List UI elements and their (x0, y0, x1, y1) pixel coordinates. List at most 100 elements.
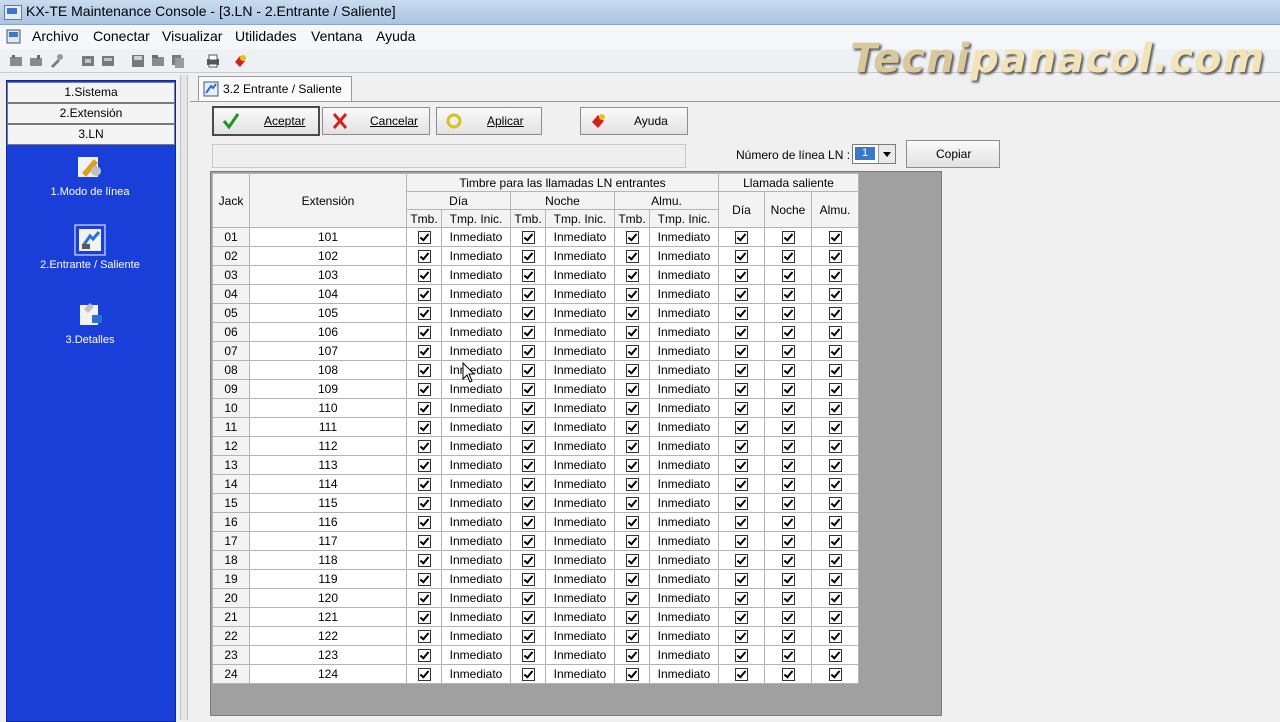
cell-lunch-tmb[interactable] (614, 550, 650, 570)
cell-lunch-tmp-inic[interactable]: Inmediato (649, 322, 719, 342)
cell-lunch-tmb[interactable] (614, 398, 650, 418)
cell-night-tmp-inic[interactable]: Inmediato (545, 588, 615, 608)
cell-day-tmb[interactable] (406, 436, 442, 456)
checkbox[interactable] (625, 592, 639, 606)
cell-outgoing-night[interactable] (764, 341, 812, 361)
cell-lunch-tmp-inic[interactable]: Inmediato (649, 512, 719, 532)
cell-lunch-tmb[interactable] (614, 360, 650, 380)
checkbox[interactable] (625, 478, 639, 492)
cell-day-tmp-inic[interactable]: Inmediato (441, 664, 511, 684)
cell-extension[interactable]: 104 (249, 284, 407, 304)
checkbox[interactable] (828, 440, 842, 454)
cell-lunch-tmb[interactable] (614, 626, 650, 646)
checkbox[interactable] (417, 497, 431, 511)
cell-night-tmp-inic[interactable]: Inmediato (545, 265, 615, 285)
cell-lunch-tmp-inic[interactable]: Inmediato (649, 607, 719, 627)
cell-day-tmb[interactable] (406, 455, 442, 475)
cell-night-tmb[interactable] (510, 246, 546, 266)
checkbox[interactable] (735, 668, 748, 682)
cell-day-tmb[interactable] (406, 664, 442, 684)
checkbox[interactable] (417, 478, 431, 492)
cell-outgoing-lunch[interactable] (811, 436, 859, 456)
checkbox[interactable] (828, 592, 842, 606)
cell-day-tmp-inic[interactable]: Inmediato (441, 550, 511, 570)
cell-night-tmp-inic[interactable]: Inmediato (545, 455, 615, 475)
cell-outgoing-night[interactable] (764, 322, 812, 342)
cell-outgoing-night[interactable] (764, 417, 812, 437)
checkbox[interactable] (521, 269, 535, 283)
cell-day-tmb[interactable] (406, 303, 442, 323)
cell-night-tmp-inic[interactable]: Inmediato (545, 645, 615, 665)
checkbox[interactable] (735, 554, 748, 568)
checkbox[interactable] (521, 554, 535, 568)
cell-day-tmb[interactable] (406, 626, 442, 646)
cell-lunch-tmp-inic[interactable]: Inmediato (649, 417, 719, 437)
cell-night-tmp-inic[interactable]: Inmediato (545, 626, 615, 646)
cell-day-tmp-inic[interactable]: Inmediato (441, 569, 511, 589)
checkbox[interactable] (521, 516, 535, 530)
cell-outgoing-night[interactable] (764, 398, 812, 418)
checkbox[interactable] (735, 478, 748, 492)
cell-lunch-tmb[interactable] (614, 322, 650, 342)
checkbox[interactable] (735, 288, 748, 302)
cell-night-tmp-inic[interactable]: Inmediato (545, 474, 615, 494)
checkbox[interactable] (417, 421, 431, 435)
cell-lunch-tmp-inic[interactable]: Inmediato (649, 246, 719, 266)
cell-extension[interactable]: 107 (249, 341, 407, 361)
cell-night-tmb[interactable] (510, 569, 546, 589)
cell-outgoing-night[interactable] (764, 607, 812, 627)
cell-lunch-tmb[interactable] (614, 512, 650, 532)
line-number-select[interactable]: 1 (852, 144, 896, 164)
checkbox[interactable] (735, 269, 748, 283)
checkbox[interactable] (417, 459, 431, 473)
cell-night-tmb[interactable] (510, 455, 546, 475)
cell-outgoing-lunch[interactable] (811, 265, 859, 285)
cell-night-tmp-inic[interactable]: Inmediato (545, 607, 615, 627)
cell-night-tmb[interactable] (510, 341, 546, 361)
cell-outgoing-day[interactable] (718, 626, 765, 646)
cell-lunch-tmp-inic[interactable]: Inmediato (649, 265, 719, 285)
cell-night-tmb[interactable] (510, 645, 546, 665)
checkbox[interactable] (781, 421, 795, 435)
checkbox[interactable] (521, 497, 535, 511)
checkbox[interactable] (625, 364, 639, 378)
checkbox[interactable] (735, 573, 748, 587)
menu-visualizar[interactable]: Visualizar (162, 28, 222, 44)
cell-day-tmb[interactable] (406, 360, 442, 380)
cell-day-tmp-inic[interactable]: Inmediato (441, 303, 511, 323)
cell-outgoing-lunch[interactable] (811, 303, 859, 323)
cell-outgoing-day[interactable] (718, 265, 765, 285)
cell-extension[interactable]: 124 (249, 664, 407, 684)
cell-day-tmb[interactable] (406, 246, 442, 266)
checkbox[interactable] (625, 345, 639, 359)
checkbox[interactable] (735, 307, 748, 321)
save-icon[interactable] (130, 53, 146, 69)
cell-outgoing-night[interactable] (764, 455, 812, 475)
checkbox[interactable] (735, 649, 748, 663)
cell-lunch-tmp-inic[interactable]: Inmediato (649, 436, 719, 456)
checkbox[interactable] (521, 478, 535, 492)
cell-outgoing-night[interactable] (764, 550, 812, 570)
cell-extension[interactable]: 106 (249, 322, 407, 342)
checkbox[interactable] (735, 421, 748, 435)
open-icon[interactable] (150, 53, 166, 69)
cell-extension[interactable]: 121 (249, 607, 407, 627)
checkbox[interactable] (781, 630, 795, 644)
cell-lunch-tmb[interactable] (614, 493, 650, 513)
checkbox[interactable] (735, 459, 748, 473)
checkbox[interactable] (417, 383, 431, 397)
checkbox[interactable] (828, 231, 842, 245)
cell-lunch-tmp-inic[interactable]: Inmediato (649, 664, 719, 684)
checkbox[interactable] (625, 668, 639, 682)
checkbox[interactable] (781, 535, 795, 549)
checkbox[interactable] (828, 554, 842, 568)
sidebar-tab-sistema[interactable]: 1.Sistema (7, 82, 175, 103)
cell-night-tmb[interactable] (510, 550, 546, 570)
cell-outgoing-lunch[interactable] (811, 322, 859, 342)
checkbox[interactable] (735, 592, 748, 606)
checkbox[interactable] (735, 345, 748, 359)
cell-night-tmb[interactable] (510, 474, 546, 494)
cell-lunch-tmb[interactable] (614, 645, 650, 665)
cell-outgoing-night[interactable] (764, 626, 812, 646)
cell-outgoing-night[interactable] (764, 303, 812, 323)
